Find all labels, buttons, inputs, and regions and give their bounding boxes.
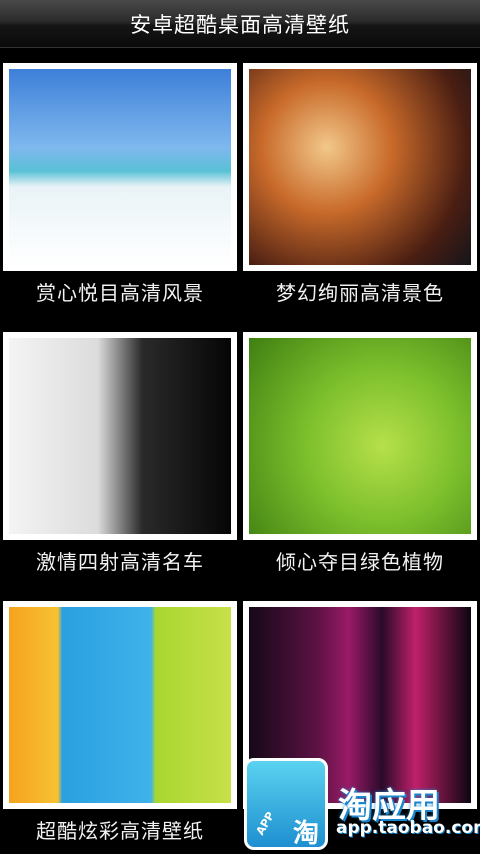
bag-app-text: APP bbox=[253, 809, 278, 838]
sports-car-image bbox=[9, 338, 231, 534]
thumbnail-frame[interactable] bbox=[243, 332, 477, 540]
colorful-stripes-image bbox=[9, 607, 231, 803]
category-label: 梦幻绚丽高清景色 bbox=[276, 281, 444, 305]
page-title: 安卓超酷桌面高清壁纸 bbox=[130, 12, 350, 37]
thumbnail-frame[interactable] bbox=[243, 63, 477, 271]
category-label: 激情四射高清名车 bbox=[36, 550, 204, 574]
thumbnail-frame[interactable] bbox=[3, 63, 237, 271]
thumbnail-frame[interactable] bbox=[3, 601, 237, 809]
category-label: 超酷炫彩高清壁纸 bbox=[36, 819, 204, 843]
category-label: 赏心悦目高清风景 bbox=[36, 281, 204, 305]
thumbnail-frame[interactable] bbox=[3, 332, 237, 540]
fantasy-castle-image bbox=[249, 69, 471, 265]
category-label: 倾心夺目绿色植物 bbox=[276, 550, 444, 574]
taobao-app-watermark: APP 淘 淘应用 app.taobao.com bbox=[244, 758, 480, 854]
brand-url: app.taobao.com bbox=[336, 818, 480, 838]
shopping-bag-icon: APP 淘 bbox=[244, 758, 328, 850]
beach-landscape-image bbox=[9, 69, 231, 265]
title-bar: 安卓超酷桌面高清壁纸 bbox=[0, 0, 480, 48]
bag-tao-text: 淘 bbox=[293, 819, 320, 849]
green-leaf-ladybug-image bbox=[249, 338, 471, 534]
